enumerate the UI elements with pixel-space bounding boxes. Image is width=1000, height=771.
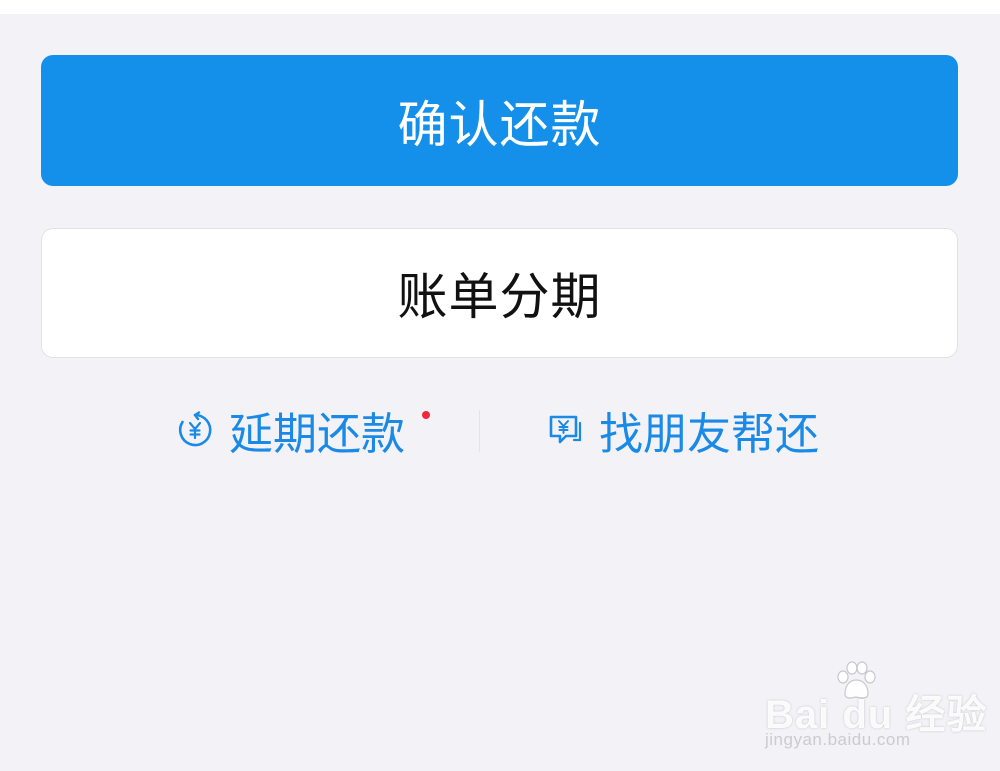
extend-repay-link[interactable]: 延期还款	[175, 395, 405, 465]
extend-repay-label: 延期还款	[229, 409, 405, 460]
new-badge-dot	[422, 411, 430, 419]
link-divider	[479, 410, 480, 452]
bill-installment-label: 账单分期	[397, 268, 602, 326]
top-strip	[0, 0, 1000, 14]
friend-repay-link[interactable]: 找朋友帮还	[545, 395, 819, 465]
baidu-jingyan-watermark: Bai du 经验 jingyan.baidu.com	[765, 660, 986, 755]
confirm-repay-button[interactable]: 确认还款	[41, 55, 958, 186]
friend-repay-label: 找朋友帮还	[599, 409, 819, 460]
bill-installment-button[interactable]: 账单分期	[41, 228, 958, 358]
clock-yuan-icon	[175, 410, 215, 450]
confirm-repay-label: 确认还款	[397, 95, 602, 154]
secondary-links: 延期还款 找朋友帮还	[0, 395, 1000, 465]
chat-yuan-icon	[545, 410, 585, 450]
watermark-url: jingyan.baidu.com	[765, 730, 911, 749]
